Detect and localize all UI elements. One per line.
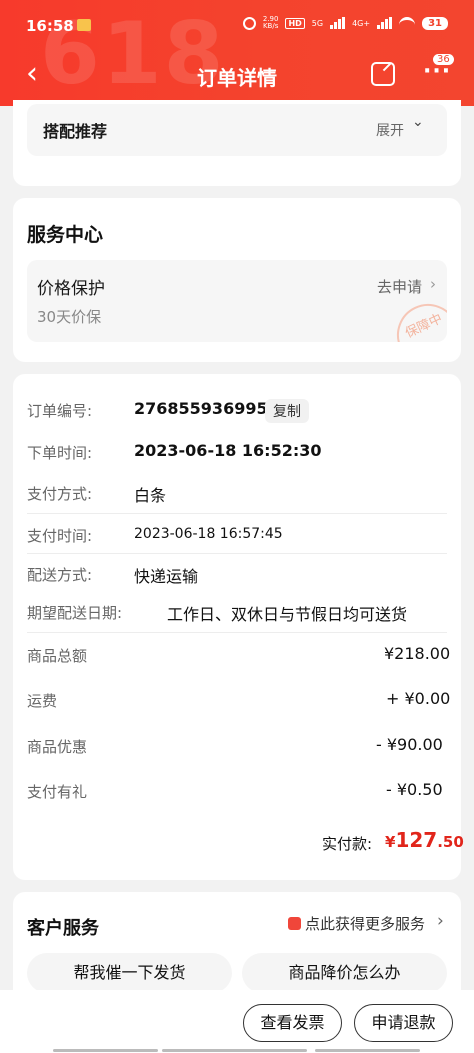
alarm-icon [242,16,256,30]
chevron-right-icon: › [437,911,444,931]
price-protect-title: 价格保护 [37,279,105,299]
nav-bar: ‹ 订单详情 ··· 36 [0,48,474,106]
divider [27,632,447,633]
price-drop-button[interactable]: 商品降价怎么办 [242,953,447,993]
status-icons: 2.90 KB/s HD 5G 4G+ 31 [242,15,448,30]
paid-amount: ¥127.50 [385,828,464,852]
recommend-label: 搭配推荐 [43,122,108,141]
hd-icon: HD [285,17,305,29]
order-time-label: 下单时间: [27,444,93,462]
service-center-card: 服务中心 价格保护 30天价保 去申请 › 保障中 [13,198,461,362]
network-5g: 5G [311,18,324,28]
signal-icon-2 [377,17,393,29]
net-speed: 2.90 KB/s [262,15,279,30]
delivery-label: 配送方式: [27,566,93,584]
pay-method-label: 支付方式: [27,485,93,503]
network-4g: 4G+ [352,18,371,28]
chevron-right-icon: › [430,275,436,293]
discount-value: - ¥90.00 [376,735,443,754]
discount-label: 商品优惠 [27,738,88,756]
price-protect-subtitle: 30天价保 [37,308,102,326]
share-icon[interactable] [371,62,395,86]
service-center-title: 服务中心 [27,224,104,246]
pay-gift-label: 支付有礼 [27,783,88,801]
expand-toggle[interactable]: 展开 [376,120,404,140]
view-invoice-button[interactable]: 查看发票 [243,1004,342,1042]
paid-label: 实付款: [322,835,373,853]
message-badge: 36 [433,54,454,65]
delivery-value: 快递运输 [134,567,199,586]
divider [27,513,447,514]
total-value: ¥218.00 [384,644,451,663]
status-bar: 16:58 2.90 KB/s HD 5G 4G+ 31 [0,0,474,48]
battery-icon: 31 [422,16,448,30]
order-no-label: 订单编号: [27,402,93,420]
status-time: 16:58 [26,17,74,35]
gesture-bar [315,1049,420,1052]
order-no-value: 276855936995 [134,399,268,418]
gesture-bar [162,1049,307,1052]
price-protect-row[interactable]: 价格保护 30天价保 去申请 › 保障中 [27,260,447,342]
app-header: 618 16:58 2.90 KB/s HD 5G 4G+ 31 ‹ 订单详情 … [0,0,474,106]
pay-method-value: 白条 [134,486,167,505]
total-label: 商品总额 [27,647,88,665]
order-time-value: 2023-06-18 16:52:30 [134,441,322,460]
expected-date-label: 期望配送日期: [27,604,123,622]
pay-gift-value: - ¥0.50 [386,780,443,799]
urge-shipping-button[interactable]: 帮我催一下发货 [27,953,232,993]
chevron-down-icon: ⌄ [412,114,424,130]
page-title: 订单详情 [197,66,277,90]
recommend-card: 搭配推荐 展开 ⌄ [13,100,461,186]
apply-refund-button[interactable]: 申请退款 [354,1004,453,1042]
expected-date-value: 工作日、双休日与节假日均可送货 [167,605,408,624]
apply-link[interactable]: 去申请 [377,276,422,297]
signal-icon [330,17,346,29]
protected-stamp: 保障中 [386,293,447,342]
divider [27,553,447,554]
pay-time-value: 2023-06-18 16:57:45 [134,526,283,542]
customer-service-title: 客户服务 [27,918,99,939]
copy-button[interactable]: 复制 [265,399,309,423]
more-services-link[interactable]: 点此获得更多服务 [305,913,425,934]
pay-time-label: 支付时间: [27,527,93,545]
freight-value: + ¥0.00 [386,689,451,708]
more-services-icon [288,917,301,930]
wifi-icon [399,17,416,29]
gesture-bar [53,1049,158,1052]
more-icon[interactable]: ··· [423,61,451,83]
notification-icon [77,19,91,31]
freight-label: 运费 [27,692,58,710]
recommend-row[interactable]: 搭配推荐 展开 ⌄ [27,104,447,156]
